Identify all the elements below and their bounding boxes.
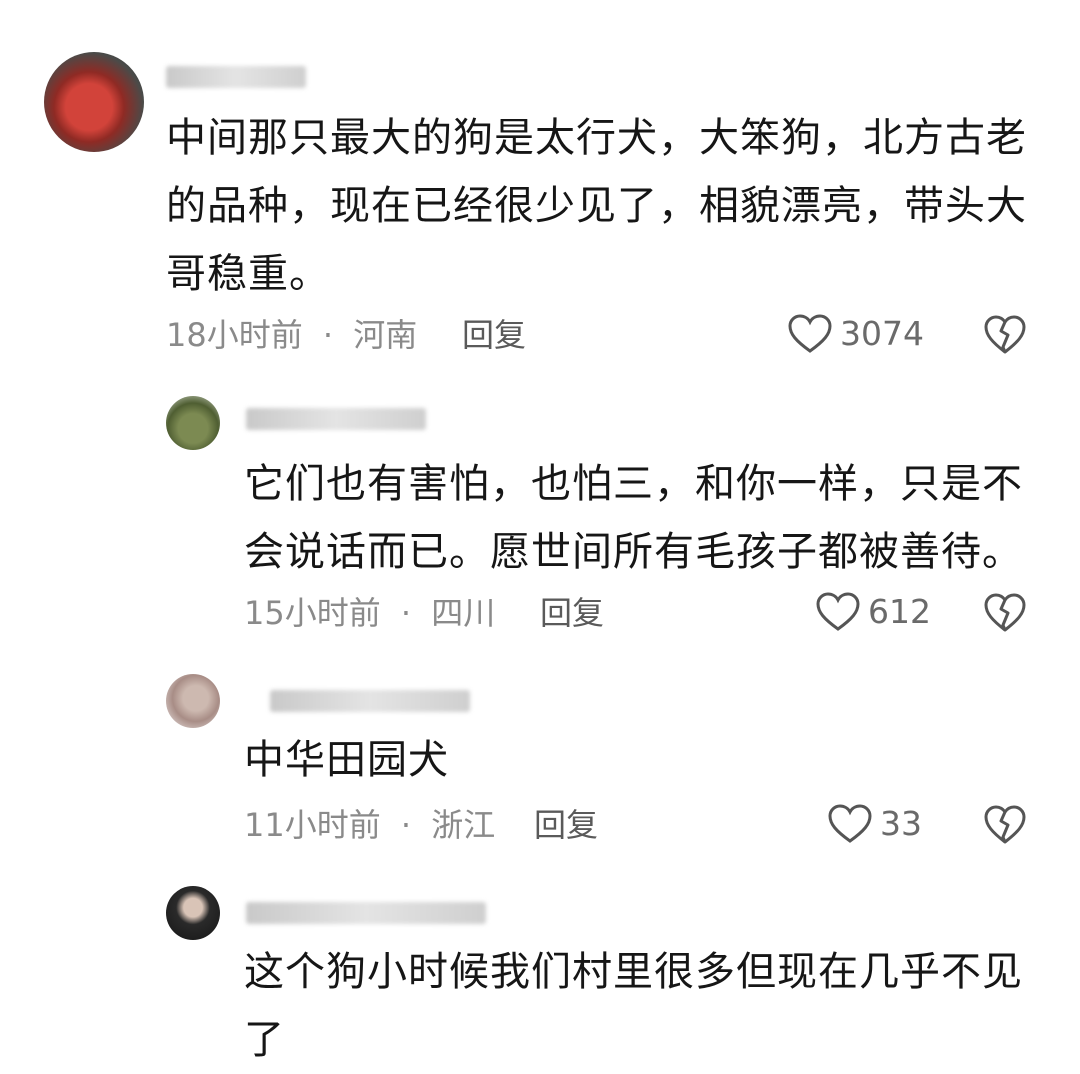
timestamp: 15小时前: [244, 594, 381, 632]
like-count: 612: [868, 592, 931, 631]
like-button[interactable]: 33: [828, 804, 922, 844]
like-button[interactable]: 3074: [788, 314, 924, 354]
username-blurred[interactable]: [166, 66, 306, 88]
avatar[interactable]: [166, 886, 220, 940]
dislike-button[interactable]: [984, 805, 1026, 849]
comment-meta: 15小时前 · 四川: [244, 593, 495, 633]
timestamp: 18小时前: [166, 316, 303, 354]
reply-button[interactable]: 回复: [534, 805, 598, 845]
comment-text: 它们也有害怕，也怕三，和你一样，只是不 会说话而已。愿世间所有毛孩子都被善待。: [244, 461, 1023, 575]
heart-outline-icon: [816, 592, 860, 632]
broken-heart-icon: [984, 593, 1026, 637]
comment-meta: 18小时前 · 河南: [166, 315, 417, 355]
broken-heart-icon: [984, 805, 1026, 849]
avatar[interactable]: [166, 674, 220, 728]
heart-outline-icon: [788, 314, 832, 354]
separator: ·: [322, 316, 334, 354]
comment-text: 中华田园犬: [244, 737, 449, 783]
username-blurred[interactable]: [246, 408, 426, 430]
username-blurred[interactable]: [270, 690, 470, 712]
timestamp: 11小时前: [244, 806, 381, 844]
comment-text: 这个狗小时候我们村里很多但现在几乎不见 了: [244, 949, 1023, 1063]
dislike-button[interactable]: [984, 593, 1026, 637]
avatar[interactable]: [44, 52, 144, 152]
location: 四川: [431, 594, 496, 632]
username-blurred[interactable]: [246, 902, 486, 924]
broken-heart-icon: [984, 315, 1026, 359]
separator: ·: [400, 594, 412, 632]
avatar[interactable]: [166, 396, 220, 450]
like-button[interactable]: 612: [816, 592, 931, 632]
like-count: 33: [880, 804, 922, 843]
comment-meta: 11小时前 · 浙江: [244, 805, 495, 845]
heart-outline-icon: [828, 804, 872, 844]
reply-button[interactable]: 回复: [462, 315, 526, 355]
location: 河南: [353, 316, 418, 354]
dislike-button[interactable]: [984, 315, 1026, 359]
like-count: 3074: [840, 314, 924, 353]
separator: ·: [400, 806, 412, 844]
reply-button[interactable]: 回复: [540, 593, 604, 633]
comment-text: 中间那只最大的狗是太行犬，大笨狗，北方古老 的品种，现在已经很少见了，相貌漂亮，…: [166, 115, 1027, 297]
location: 浙江: [431, 806, 496, 844]
